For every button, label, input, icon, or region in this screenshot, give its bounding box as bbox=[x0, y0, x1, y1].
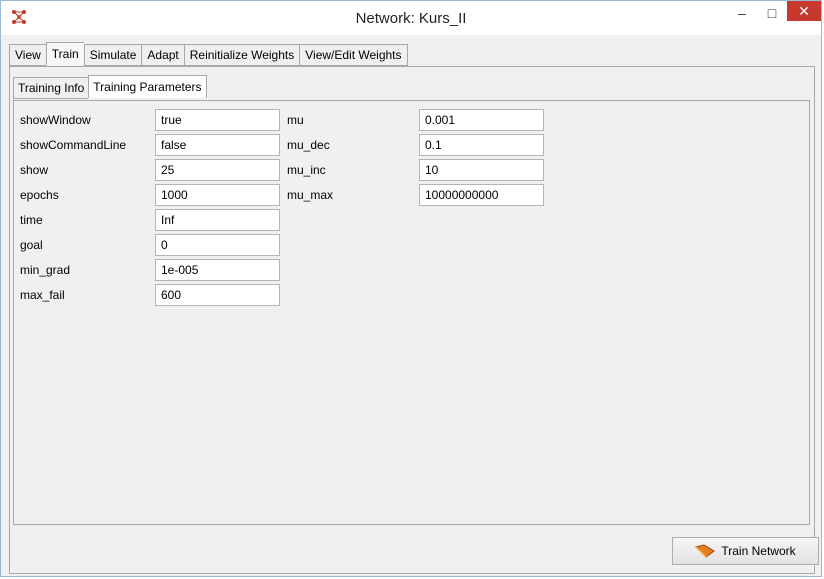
param-label-show: show bbox=[20, 163, 49, 177]
tab-training-parameters[interactable]: Training Parameters bbox=[88, 75, 207, 98]
param-input-showcommandline[interactable] bbox=[155, 134, 280, 156]
main-tab-strip: View Train Simulate Adapt Reinitialize W… bbox=[9, 42, 408, 66]
train-panel: Training Info Training Parameters showWi… bbox=[9, 66, 815, 574]
window-title: Network: Kurs_II bbox=[355, 10, 467, 27]
param-input-max-fail[interactable] bbox=[155, 284, 280, 306]
param-label-min-grad: min_grad bbox=[20, 263, 71, 277]
title-bar[interactable]: Network: Kurs_II – □ ✕ bbox=[1, 1, 821, 35]
network-window: Network: Kurs_II – □ ✕ View Train Simula… bbox=[0, 0, 822, 577]
training-parameters-panel: showWindow showCommandLine show epochs t… bbox=[13, 100, 810, 525]
tab-training-info[interactable]: Training Info bbox=[13, 77, 89, 99]
param-label-showcommandline: showCommandLine bbox=[20, 138, 127, 152]
maximize-button[interactable]: □ bbox=[758, 3, 786, 25]
tab-view[interactable]: View bbox=[9, 44, 46, 66]
param-label-mu-max: mu_max bbox=[287, 188, 334, 202]
param-label-showwindow: showWindow bbox=[20, 113, 91, 127]
tab-adapt[interactable]: Adapt bbox=[141, 44, 184, 66]
param-input-goal[interactable] bbox=[155, 234, 280, 256]
param-label-max-fail: max_fail bbox=[20, 288, 65, 302]
param-input-mu-inc[interactable] bbox=[419, 159, 544, 181]
param-input-showwindow[interactable] bbox=[155, 109, 280, 131]
param-input-min-grad[interactable] bbox=[155, 259, 280, 281]
train-network-icon bbox=[695, 544, 716, 558]
param-label-time: time bbox=[20, 213, 43, 227]
close-button[interactable]: ✕ bbox=[787, 1, 821, 21]
param-input-mu-dec[interactable] bbox=[419, 134, 544, 156]
param-label-mu-inc: mu_inc bbox=[287, 163, 326, 177]
train-network-label: Train Network bbox=[721, 544, 796, 558]
tab-train[interactable]: Train bbox=[45, 42, 84, 65]
minimize-button[interactable]: – bbox=[728, 3, 756, 25]
param-input-mu[interactable] bbox=[419, 109, 544, 131]
tab-reinitialize-weights[interactable]: Reinitialize Weights bbox=[183, 44, 300, 66]
param-label-epochs: epochs bbox=[20, 188, 59, 202]
param-input-mu-max[interactable] bbox=[419, 184, 544, 206]
param-input-epochs[interactable] bbox=[155, 184, 280, 206]
train-subtab-strip: Training Info Training Parameters bbox=[13, 75, 207, 99]
param-label-goal: goal bbox=[20, 238, 43, 252]
tab-simulate[interactable]: Simulate bbox=[83, 44, 142, 66]
window-content: View Train Simulate Adapt Reinitialize W… bbox=[9, 42, 819, 574]
tab-view-edit-weights[interactable]: View/Edit Weights bbox=[299, 44, 408, 66]
param-input-time[interactable] bbox=[155, 209, 280, 231]
param-input-show[interactable] bbox=[155, 159, 280, 181]
train-network-button[interactable]: Train Network bbox=[672, 537, 819, 565]
param-label-mu-dec: mu_dec bbox=[287, 138, 330, 152]
param-label-mu: mu bbox=[287, 113, 304, 127]
